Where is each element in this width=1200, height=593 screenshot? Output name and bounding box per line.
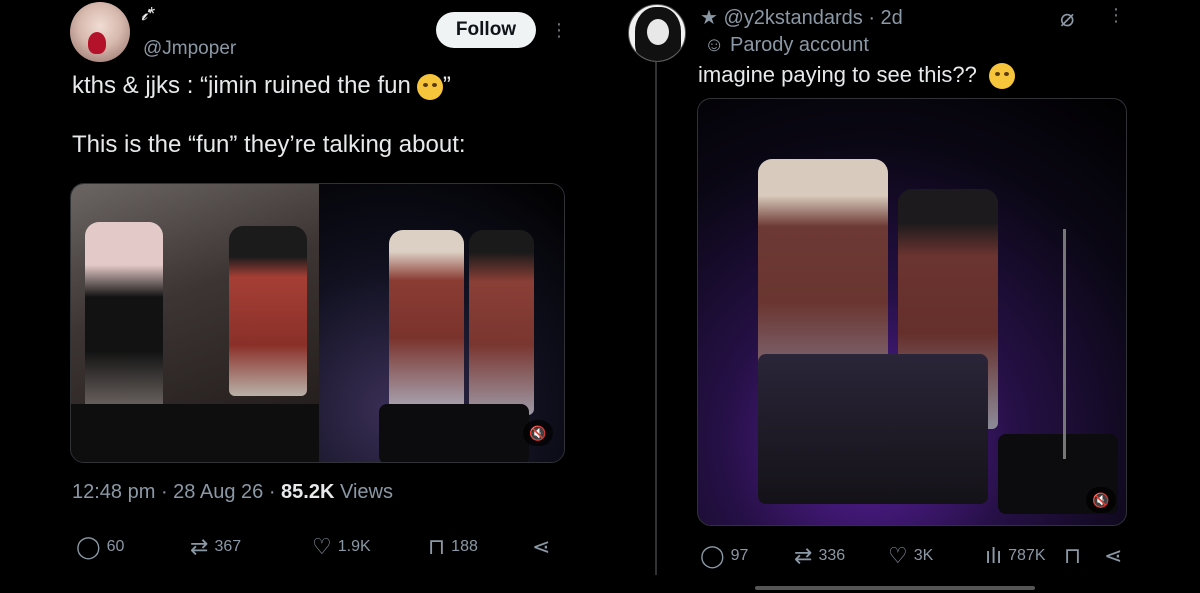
mic-stand (1063, 229, 1066, 459)
share-button[interactable]: ⋖ (1104, 545, 1122, 567)
video-media[interactable]: 🔇 (70, 183, 565, 463)
tweet-text-line2: This is the “fun” they’re talking about: (72, 131, 466, 158)
follow-button[interactable]: Follow (436, 12, 536, 48)
repost-icon: ⇄ (794, 543, 813, 568)
mute-icon[interactable]: 🔇 (1086, 487, 1116, 513)
bar-chart-icon: ılı (985, 543, 1003, 568)
share-icon: ⋖ (532, 534, 551, 559)
like-icon: ♡ (312, 534, 332, 559)
handle[interactable]: @y2kstandards (724, 7, 863, 29)
tweet-date[interactable]: 28 Aug 26 (173, 481, 263, 503)
bookmark-icon: ⊓ (428, 534, 446, 559)
reply-count: 60 (106, 538, 125, 555)
tweet-text: imagine paying to see this?? (698, 62, 1015, 90)
stage-monitor (379, 404, 529, 462)
reply-button[interactable]: ◯ 60 (76, 536, 124, 558)
like-icon: ♡ (888, 543, 908, 568)
tweet-text-body: imagine paying to see this?? (698, 62, 977, 87)
bookmark-icon: ⊓ (1064, 543, 1082, 568)
reply-icon: ◯ (76, 534, 101, 559)
left-tweet: 𝓲* @Jmpoper Follow ⋮ kths & jjks : “jimi… (0, 0, 600, 593)
tweet-text-line1-end: ” (442, 72, 451, 99)
more-vertical-icon[interactable]: ⋮ (550, 20, 568, 41)
performer-figure (229, 226, 307, 396)
display-name[interactable]: 𝓲* (141, 4, 154, 25)
tweet-time[interactable]: 12:48 pm (72, 481, 155, 503)
share-icon: ⋖ (1104, 543, 1123, 568)
separator-dot: · (160, 481, 174, 503)
views-count: 85.2K (281, 481, 335, 503)
more-vertical-icon[interactable]: ⋮ (1107, 5, 1125, 26)
handle[interactable]: @Jmpoper (143, 38, 236, 60)
home-indicator (755, 586, 1035, 590)
like-button[interactable]: ♡ 1.9K (312, 536, 371, 558)
separator-dot: · (268, 481, 282, 503)
handle-row: ★ @y2kstandards · 2d (700, 5, 903, 30)
parody-label: ☺ Parody account (704, 34, 869, 57)
avatar-lip (88, 32, 106, 54)
video-frame-left (71, 184, 321, 462)
avatar[interactable] (628, 4, 686, 62)
separator-dot: · (868, 7, 881, 29)
tweet-text-line1: kths & jjks : “jimin ruined the fun (72, 72, 411, 99)
repost-count: 367 (214, 538, 242, 555)
stage-floor (71, 404, 321, 462)
share-button[interactable]: ⋖ (532, 536, 550, 558)
face-with-rolling-eyes-emoji (416, 73, 443, 100)
parody-mask-icon: ☺ (704, 34, 725, 56)
like-count: 1.9K (337, 538, 371, 555)
tweet-age[interactable]: 2d (881, 7, 903, 29)
repost-count: 336 (818, 547, 846, 564)
avatar[interactable] (70, 2, 130, 62)
repost-icon: ⇄ (190, 534, 209, 559)
video-media[interactable]: 🔇 (697, 98, 1127, 526)
repost-button[interactable]: ⇄ 367 (190, 536, 241, 558)
like-count: 3K (913, 547, 934, 564)
tweet-meta: 12:48 pm · 28 Aug 26 · 85.2K Views (72, 481, 393, 504)
reply-count: 97 (730, 547, 749, 564)
bookmark-count: 188 (451, 538, 478, 555)
stage-monitor (758, 354, 988, 504)
tweet-text: kths & jjks : “jimin ruined the fun ” (72, 72, 451, 100)
avatar-face (647, 19, 669, 45)
repost-button[interactable]: ⇄ 336 (794, 545, 845, 567)
like-button[interactable]: ♡ 3K (888, 545, 933, 567)
views-label: Views (339, 481, 393, 503)
performer-figure (389, 230, 464, 410)
loudly-crying-face-emoji (988, 63, 1015, 90)
mute-icon[interactable]: 🔇 (523, 420, 553, 446)
star-icon: ★ (700, 7, 718, 29)
views-button[interactable]: ılı 787K (985, 545, 1046, 567)
reply-button[interactable]: ◯ 97 (700, 545, 748, 567)
bookmark-button[interactable]: ⊓ 188 (428, 536, 478, 558)
bookmark-button[interactable]: ⊓ (1064, 545, 1081, 567)
performer-figure (469, 230, 534, 415)
views-count: 787K (1008, 547, 1046, 564)
reply-icon: ◯ (700, 543, 725, 568)
grok-icon[interactable]: ⌀ (1060, 4, 1074, 33)
parody-text: Parody account (729, 34, 869, 56)
